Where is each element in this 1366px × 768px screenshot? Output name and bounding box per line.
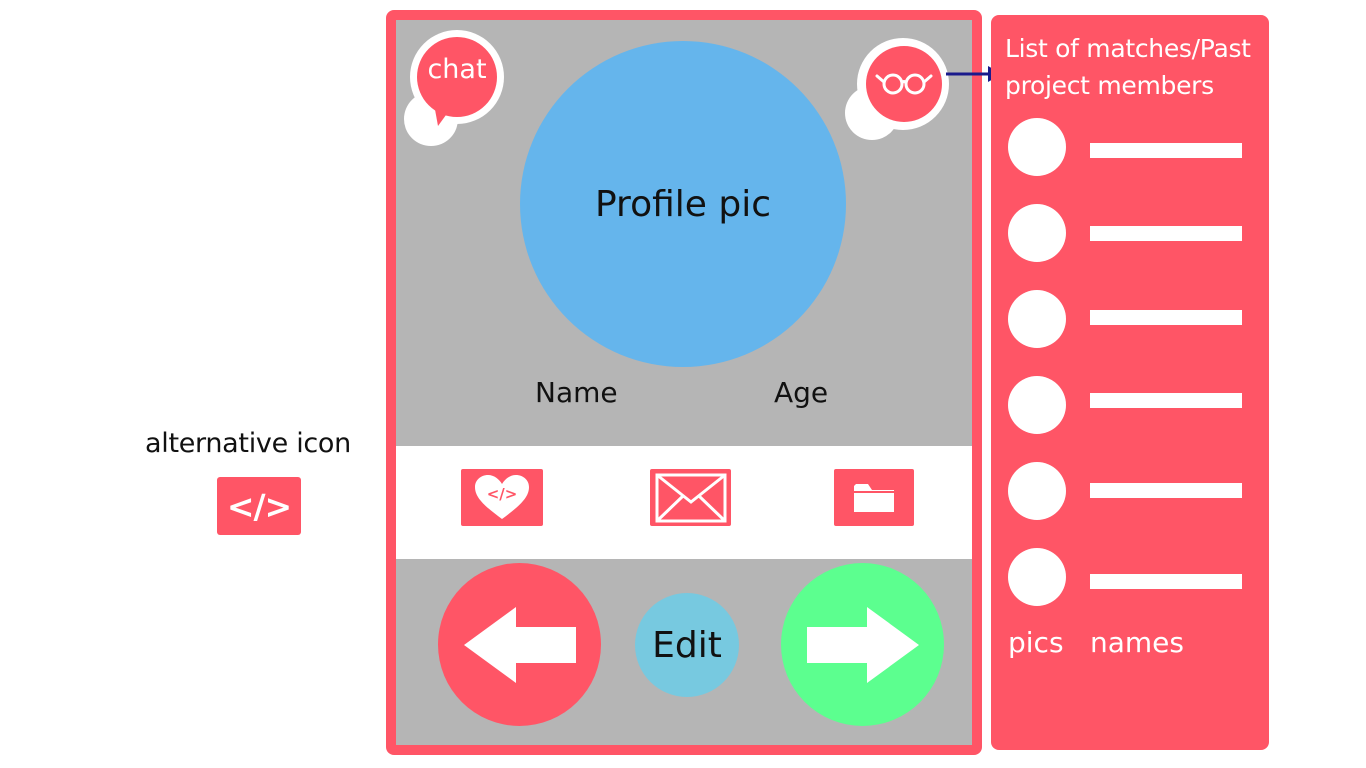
match-pic[interactable]	[1008, 290, 1066, 348]
profile-pic-label: Profile pic	[594, 183, 772, 225]
back-button[interactable]	[438, 563, 601, 726]
glasses-icon	[875, 73, 933, 95]
match-name-line[interactable]	[1090, 574, 1242, 589]
projects-button[interactable]	[834, 469, 914, 526]
edit-label: Edit	[652, 624, 722, 666]
match-pic[interactable]	[1008, 376, 1066, 434]
envelope-icon	[655, 473, 726, 522]
edit-button[interactable]: Edit	[635, 593, 739, 697]
match-name-line[interactable]	[1090, 226, 1242, 241]
match-name-line[interactable]	[1090, 393, 1242, 408]
names-label: names	[1090, 626, 1184, 659]
match-pic[interactable]	[1008, 462, 1066, 520]
heart-code-text: </>	[487, 485, 518, 503]
match-pic[interactable]	[1008, 118, 1066, 176]
chat-button[interactable]: chat	[404, 30, 504, 146]
pics-label: pics	[1008, 626, 1064, 659]
profile-picture[interactable]: Profile pic	[520, 41, 846, 367]
match-name-line[interactable]	[1090, 143, 1242, 158]
match-pic[interactable]	[1008, 204, 1066, 262]
folder-icon	[854, 483, 894, 512]
age-label: Age	[774, 376, 829, 409]
next-button[interactable]	[781, 563, 944, 726]
match-pic[interactable]	[1008, 548, 1066, 606]
glasses-button[interactable]	[845, 38, 957, 140]
match-name-line[interactable]	[1090, 483, 1242, 498]
heart-code-button[interactable]: </>	[461, 469, 543, 526]
message-button[interactable]	[650, 469, 731, 526]
chat-label: chat	[427, 54, 487, 85]
alternative-icon-label: alternative icon	[145, 428, 351, 459]
match-name-line[interactable]	[1090, 310, 1242, 325]
arrow-right-icon	[806, 606, 919, 683]
sidebar-title: List of matches/Past project members	[1005, 34, 1251, 100]
code-icon: </>	[217, 477, 301, 535]
name-label: Name	[535, 376, 618, 409]
arrow-left-icon	[463, 606, 576, 683]
heart-code-icon: </>	[475, 474, 529, 519]
